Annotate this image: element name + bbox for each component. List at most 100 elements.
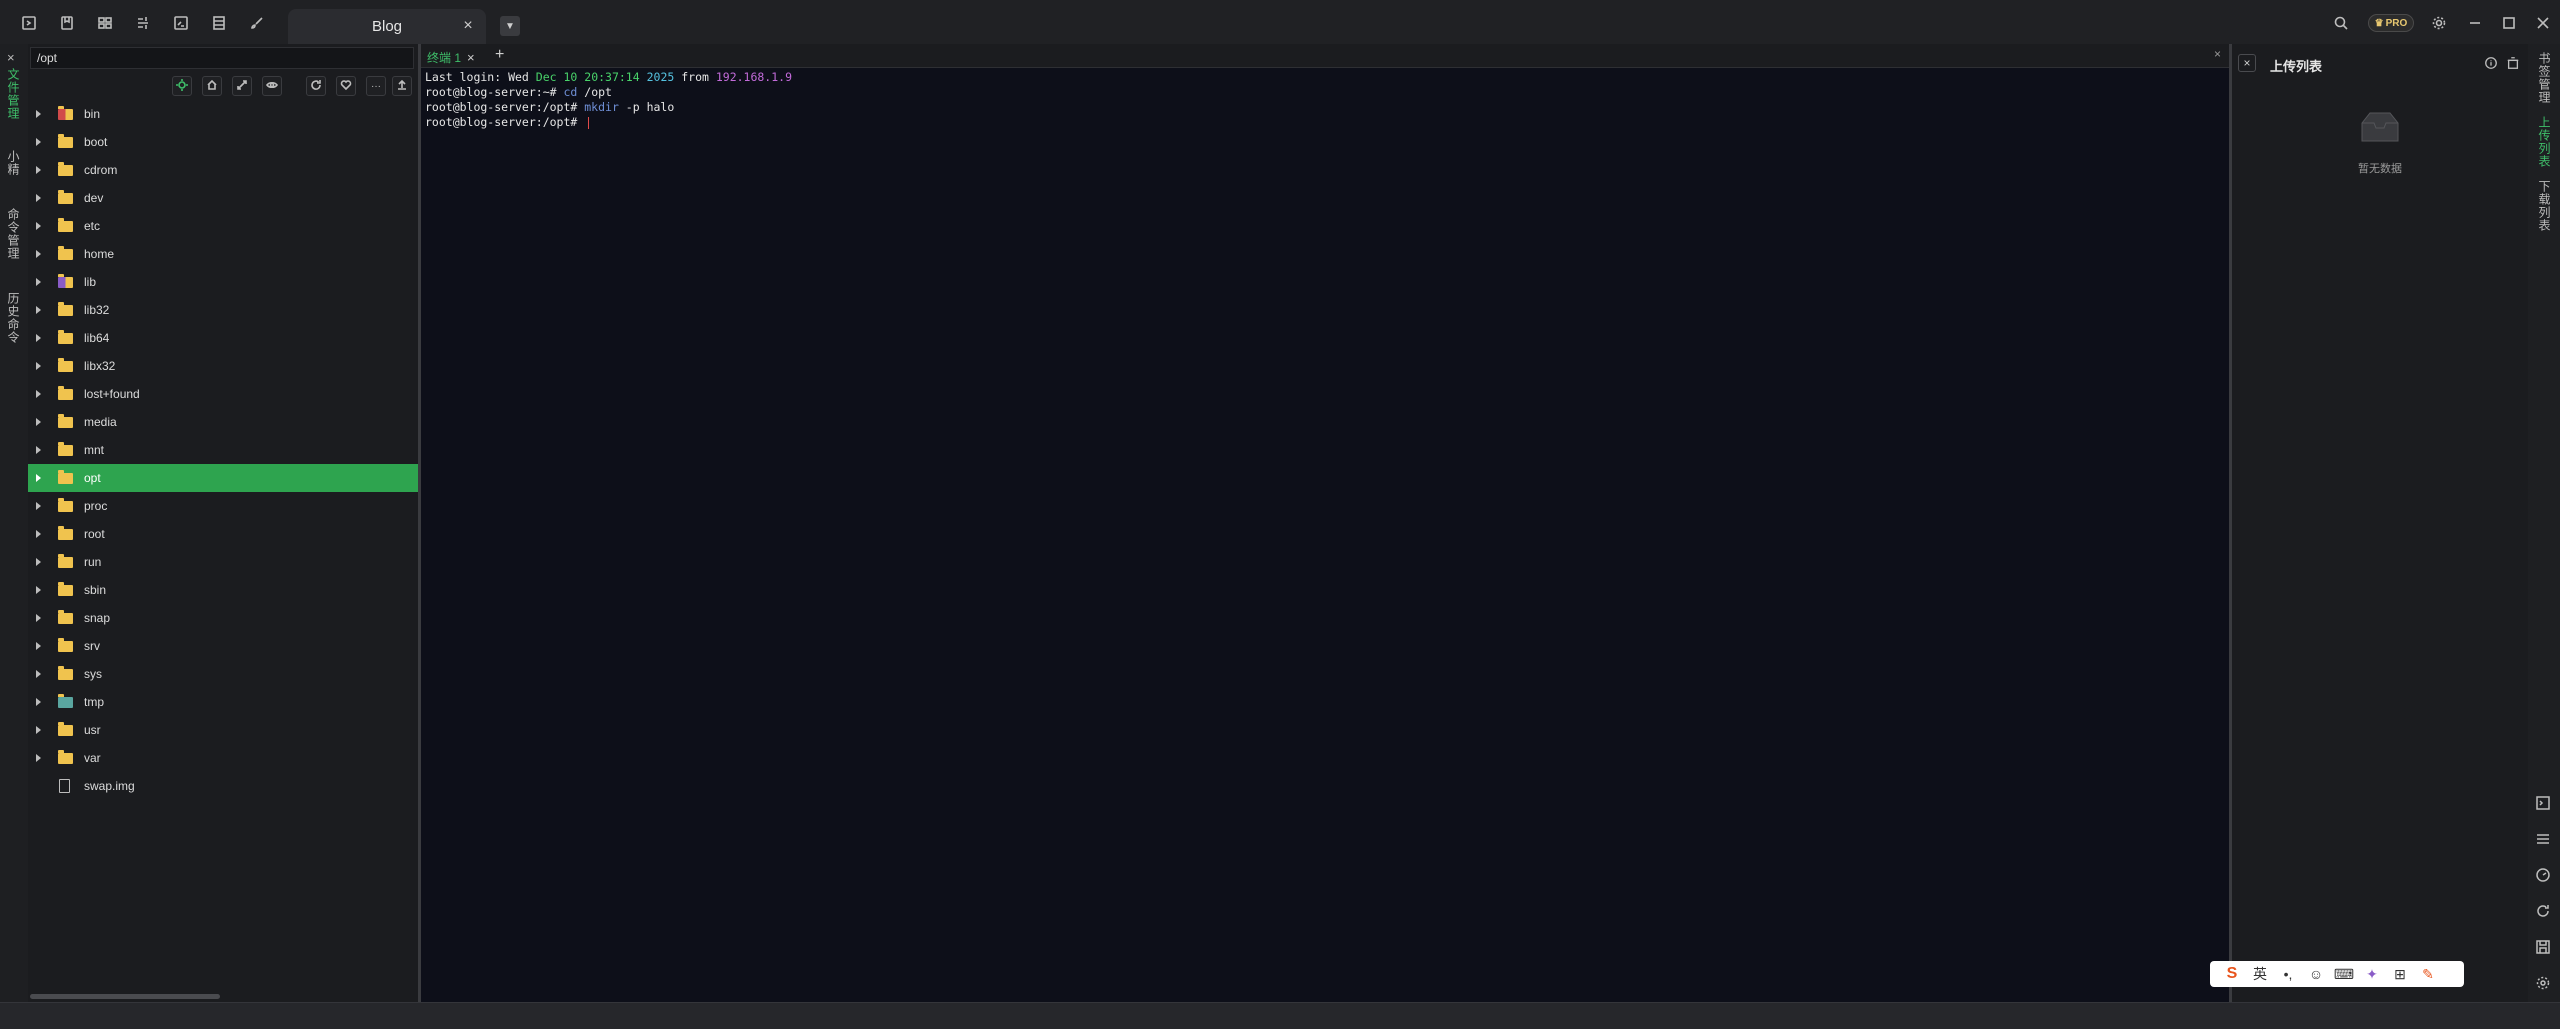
keyboard-icon[interactable]: ⌨: [2330, 961, 2358, 987]
expand-caret-icon[interactable]: [36, 418, 41, 426]
tool-icon[interactable]: ✎: [2414, 961, 2442, 987]
path-input[interactable]: /opt: [30, 47, 414, 69]
refresh-button[interactable]: [306, 76, 326, 96]
expand-caret-icon[interactable]: [36, 362, 41, 370]
split-icon[interactable]: [96, 14, 114, 32]
expand-caret-icon[interactable]: [36, 698, 41, 706]
show-hidden-button[interactable]: [262, 76, 282, 96]
file-tree-row[interactable]: lib64: [28, 324, 418, 352]
horizontal-scrollbar[interactable]: [30, 992, 416, 1000]
expand-caret-icon[interactable]: [36, 390, 41, 398]
file-tree-row[interactable]: lib32: [28, 296, 418, 324]
expand-caret-icon[interactable]: [36, 278, 41, 286]
expand-caret-icon[interactable]: [36, 222, 41, 230]
expand-caret-icon[interactable]: [36, 754, 41, 762]
file-tree-row[interactable]: srv: [28, 632, 418, 660]
ime-language-toggle[interactable]: 英: [2246, 961, 2274, 987]
expand-caret-icon[interactable]: [36, 446, 41, 454]
sidebar-tab-upload-list[interactable]: 上传列表: [2536, 116, 2553, 168]
file-tree-row[interactable]: etc: [28, 212, 418, 240]
expand-caret-icon[interactable]: [36, 334, 41, 342]
minimize-icon[interactable]: [2466, 14, 2484, 32]
gear-icon[interactable]: [2536, 976, 2552, 992]
file-tree-row[interactable]: snap: [28, 604, 418, 632]
expand-caret-icon[interactable]: [36, 726, 41, 734]
expand-caret-icon[interactable]: [36, 306, 41, 314]
gear-icon[interactable]: [2430, 14, 2448, 32]
terminal-tab[interactable]: 终端 1 ×: [427, 47, 475, 67]
sidebar-tab-history[interactable]: 历史命令: [5, 292, 22, 344]
punct-icon[interactable]: •,: [2274, 961, 2302, 987]
gauge-icon[interactable]: [2536, 868, 2552, 884]
sidebar-tab-bookmarks[interactable]: 书签管理: [2536, 52, 2553, 104]
file-tree-row[interactable]: boot: [28, 128, 418, 156]
list-icon[interactable]: [2536, 832, 2552, 848]
expand-caret-icon[interactable]: [36, 194, 41, 202]
pro-badge[interactable]: ♛ PRO: [2368, 14, 2414, 32]
expand-caret-icon[interactable]: [36, 110, 41, 118]
save-icon[interactable]: [2536, 940, 2552, 956]
expand-button[interactable]: [232, 76, 252, 96]
tab-dropdown-button[interactable]: ▼: [500, 16, 520, 36]
file-tree-row[interactable]: media: [28, 408, 418, 436]
upload-button[interactable]: [392, 76, 412, 96]
locate-button[interactable]: [172, 76, 192, 96]
expand-caret-icon[interactable]: [36, 558, 41, 566]
file-tree-row[interactable]: root: [28, 520, 418, 548]
terminal-icon[interactable]: [172, 14, 190, 32]
favorite-button[interactable]: [336, 76, 356, 96]
expand-caret-icon[interactable]: [36, 530, 41, 538]
sftp-icon[interactable]: [134, 14, 152, 32]
file-tree-row[interactable]: usr: [28, 716, 418, 744]
expand-caret-icon[interactable]: [36, 502, 41, 510]
clear-icon[interactable]: [2506, 56, 2522, 72]
file-tree-row[interactable]: opt: [28, 464, 418, 492]
search-icon[interactable]: [2332, 14, 2350, 32]
file-tree-row[interactable]: swap.img: [28, 772, 418, 800]
expand-caret-icon[interactable]: [36, 474, 41, 482]
expand-caret-icon[interactable]: [36, 250, 41, 258]
expand-caret-icon[interactable]: [36, 138, 41, 146]
sidebar-tab-file-manager[interactable]: 文件管理: [5, 68, 22, 120]
file-tree-row[interactable]: lost+found: [28, 380, 418, 408]
expand-caret-icon[interactable]: [36, 586, 41, 594]
info-icon[interactable]: [2484, 56, 2500, 72]
file-tree-row[interactable]: run: [28, 548, 418, 576]
file-tree-row[interactable]: sys: [28, 660, 418, 688]
terminal-icon[interactable]: [2536, 796, 2552, 812]
list-icon[interactable]: [210, 14, 228, 32]
file-tree-row[interactable]: cdrom: [28, 156, 418, 184]
file-tree-row[interactable]: libx32: [28, 352, 418, 380]
new-session-icon[interactable]: [20, 14, 38, 32]
brush-icon[interactable]: [248, 14, 266, 32]
home-button[interactable]: [202, 76, 222, 96]
terminal-output[interactable]: Last login: Wed Dec 10 20:37:14 2025 fro…: [421, 68, 2229, 1002]
file-tree-row[interactable]: home: [28, 240, 418, 268]
session-tab[interactable]: Blog ×: [288, 9, 486, 44]
bookmark-icon[interactable]: [58, 14, 76, 32]
file-tree-row[interactable]: mnt: [28, 436, 418, 464]
file-tree-row[interactable]: lib: [28, 268, 418, 296]
ime-logo[interactable]: S: [2218, 961, 2246, 987]
close-icon[interactable]: ×: [467, 50, 475, 65]
expand-caret-icon[interactable]: [36, 166, 41, 174]
expand-caret-icon[interactable]: [36, 642, 41, 650]
file-tree-row[interactable]: var: [28, 744, 418, 772]
more-button[interactable]: ···: [366, 76, 386, 96]
scrollbar-thumb[interactable]: [30, 994, 220, 999]
close-icon[interactable]: ×: [2238, 54, 2256, 72]
window-close-icon[interactable]: [2534, 14, 2552, 32]
maximize-icon[interactable]: [2500, 14, 2518, 32]
emoji-icon[interactable]: ☺: [2302, 961, 2330, 987]
skin-icon[interactable]: ✦: [2358, 961, 2386, 987]
close-icon[interactable]: ×: [460, 18, 476, 34]
grid-icon[interactable]: ⊞: [2386, 961, 2414, 987]
sidebar-tab-snippets[interactable]: 小精: [5, 150, 22, 176]
file-tree-row[interactable]: dev: [28, 184, 418, 212]
sidebar-tab-commands[interactable]: 命令管理: [5, 208, 22, 260]
refresh-icon[interactable]: [2536, 904, 2552, 920]
file-tree-row[interactable]: sbin: [28, 576, 418, 604]
expand-caret-icon[interactable]: [36, 614, 41, 622]
file-tree-row[interactable]: proc: [28, 492, 418, 520]
add-terminal-button[interactable]: +: [495, 46, 504, 64]
